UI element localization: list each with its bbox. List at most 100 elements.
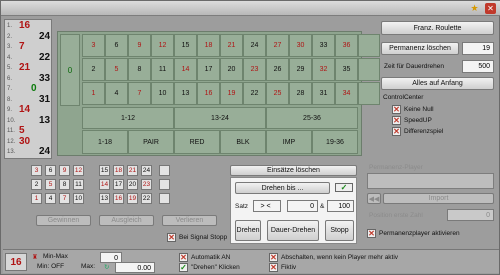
bet-number-cell[interactable]: 10 xyxy=(73,193,84,204)
outside-bet-cell[interactable]: 1-18 xyxy=(82,130,128,154)
drehen-bis-button[interactable]: Drehen bis ... xyxy=(235,182,330,194)
table-number-cell[interactable]: 13 xyxy=(174,82,197,105)
table-zero[interactable]: 0 xyxy=(60,34,80,106)
table-number-cell[interactable]: 2 xyxy=(82,58,105,81)
keine-null-checkbox[interactable]: ✕ xyxy=(392,105,401,114)
table-number-cell[interactable]: 3 xyxy=(82,34,105,57)
bell-icon[interactable]: ♜ xyxy=(32,253,38,261)
bet-number-cell[interactable]: 18 xyxy=(113,165,124,176)
speedup-checkbox[interactable]: ✕ xyxy=(392,116,401,125)
verlieren-button[interactable]: Verlieren xyxy=(162,215,217,226)
outside-bet-cell[interactable]: BLK xyxy=(220,130,266,154)
table-number-cell[interactable]: 14 xyxy=(174,58,197,81)
bet-number-cell[interactable]: 20 xyxy=(127,179,138,190)
import-button[interactable]: Import xyxy=(383,193,494,204)
outside-bet-cell[interactable]: IMP xyxy=(266,130,312,154)
from-field[interactable]: 0 xyxy=(287,200,318,212)
bet-number-cell[interactable]: 4 xyxy=(45,193,56,204)
amount-field[interactable]: 0.00 xyxy=(115,262,155,273)
row-select-checkbox[interactable] xyxy=(159,179,170,190)
table-number-cell[interactable]: 20 xyxy=(220,58,243,81)
table-number-cell[interactable]: 27 xyxy=(266,34,289,57)
bet-number-cell[interactable]: 24 xyxy=(141,165,152,176)
bet-number-cell[interactable]: 1 xyxy=(31,193,42,204)
table-number-cell[interactable]: 35 xyxy=(335,58,358,81)
bet-number-cell[interactable]: 23 xyxy=(141,179,152,190)
table-number-cell[interactable]: 33 xyxy=(312,34,335,57)
table-number-cell[interactable]: 28 xyxy=(289,82,312,105)
table-number-cell[interactable]: 9 xyxy=(128,34,151,57)
bet-number-cell[interactable]: 11 xyxy=(73,179,84,190)
operator-select[interactable]: > < xyxy=(253,200,281,212)
close-icon[interactable]: ✕ xyxy=(485,3,496,14)
bet-number-cell[interactable]: 3 xyxy=(31,165,42,176)
automatik-checkbox[interactable]: ✕ xyxy=(179,253,188,262)
franz-roulette-button[interactable]: Franz. Roulette xyxy=(381,21,494,35)
table-number-cell[interactable]: 21 xyxy=(220,34,243,57)
bet-number-cell[interactable]: 17 xyxy=(113,179,124,190)
table-number-cell[interactable]: 4 xyxy=(105,82,128,105)
bet-number-cell[interactable]: 6 xyxy=(45,165,56,176)
dozen-bet-cell[interactable]: 1-12 xyxy=(82,107,174,129)
dauer-drehen-button[interactable]: Dauer-Drehen xyxy=(267,220,319,241)
bet-number-cell[interactable]: 22 xyxy=(141,193,152,204)
star-icon[interactable]: ★ xyxy=(469,3,480,14)
table-number-cell[interactable]: 11 xyxy=(151,58,174,81)
table-number-cell[interactable]: 18 xyxy=(197,34,220,57)
bet-number-cell[interactable]: 16 xyxy=(113,193,124,204)
table-number-cell[interactable]: 1 xyxy=(82,82,105,105)
permanenz-count-field[interactable]: 19 xyxy=(462,42,494,55)
table-number-cell[interactable]: 24 xyxy=(243,34,266,57)
table-number-cell[interactable]: 34 xyxy=(335,82,358,105)
outside-bet-cell[interactable]: 19-36 xyxy=(312,130,358,154)
bet-number-cell[interactable]: 14 xyxy=(99,179,110,190)
bet-number-cell[interactable]: 21 xyxy=(127,165,138,176)
outside-bet-cell[interactable]: PAIR xyxy=(128,130,174,154)
position-field[interactable]: 0 xyxy=(447,209,494,221)
table-number-cell[interactable]: 16 xyxy=(197,82,220,105)
bet-number-cell[interactable]: 15 xyxy=(99,165,110,176)
table-number-cell[interactable]: 23 xyxy=(243,58,266,81)
signal-stopp-checkbox[interactable]: ✕ xyxy=(167,233,176,242)
abschalten-checkbox[interactable]: ✕ xyxy=(269,253,278,262)
bet-number-cell[interactable]: 8 xyxy=(59,179,70,190)
table-number-cell[interactable]: 12 xyxy=(151,34,174,57)
bet-number-cell[interactable]: 2 xyxy=(31,179,42,190)
drehen-klicken-checkbox[interactable]: ✓ xyxy=(179,263,188,272)
table-number-cell[interactable]: 30 xyxy=(289,34,312,57)
table-number-cell[interactable]: 7 xyxy=(128,82,151,105)
refresh-icon[interactable]: ↻ xyxy=(104,263,109,271)
table-number-cell[interactable]: 32 xyxy=(312,58,335,81)
column-bet-cell[interactable] xyxy=(358,82,380,105)
player-rewind-icon[interactable]: ◀◀ xyxy=(367,193,381,204)
bet-number-cell[interactable]: 12 xyxy=(73,165,84,176)
row-select-checkbox[interactable] xyxy=(159,193,170,204)
permanenz-loeschen-button[interactable]: Permanenz löschen xyxy=(381,42,459,55)
table-number-cell[interactable]: 19 xyxy=(220,82,243,105)
fiktiv-checkbox[interactable]: ✕ xyxy=(269,263,278,272)
table-number-cell[interactable]: 31 xyxy=(312,82,335,105)
table-number-cell[interactable]: 26 xyxy=(266,58,289,81)
table-number-cell[interactable]: 5 xyxy=(105,58,128,81)
dozen-bet-cell[interactable]: 13-24 xyxy=(174,107,266,129)
bet-number-cell[interactable]: 13 xyxy=(99,193,110,204)
gewinnen-button[interactable]: Gewinnen xyxy=(36,215,91,226)
row-select-checkbox[interactable] xyxy=(159,165,170,176)
table-number-cell[interactable]: 25 xyxy=(266,82,289,105)
drehen-button[interactable]: Drehen xyxy=(235,220,261,241)
alles-auf-anfang-button[interactable]: Alles auf Anfang xyxy=(381,77,494,90)
table-number-cell[interactable]: 6 xyxy=(105,34,128,57)
table-number-cell[interactable]: 8 xyxy=(128,58,151,81)
table-number-cell[interactable]: 36 xyxy=(335,34,358,57)
bet-number-cell[interactable]: 19 xyxy=(127,193,138,204)
stopp-button[interactable]: Stopp xyxy=(325,220,354,241)
bet-number-cell[interactable]: 5 xyxy=(45,179,56,190)
ausgleich-button[interactable]: Ausgleich xyxy=(99,215,154,226)
drehen-bis-check-icon[interactable]: ✓ xyxy=(335,183,353,192)
table-number-cell[interactable]: 29 xyxy=(289,58,312,81)
dozen-bet-cell[interactable]: 25-36 xyxy=(266,107,358,129)
bet-number-cell[interactable]: 9 xyxy=(59,165,70,176)
column-bet-cell[interactable] xyxy=(358,34,380,57)
column-bet-cell[interactable] xyxy=(358,58,380,81)
outside-bet-cell[interactable]: RED xyxy=(174,130,220,154)
